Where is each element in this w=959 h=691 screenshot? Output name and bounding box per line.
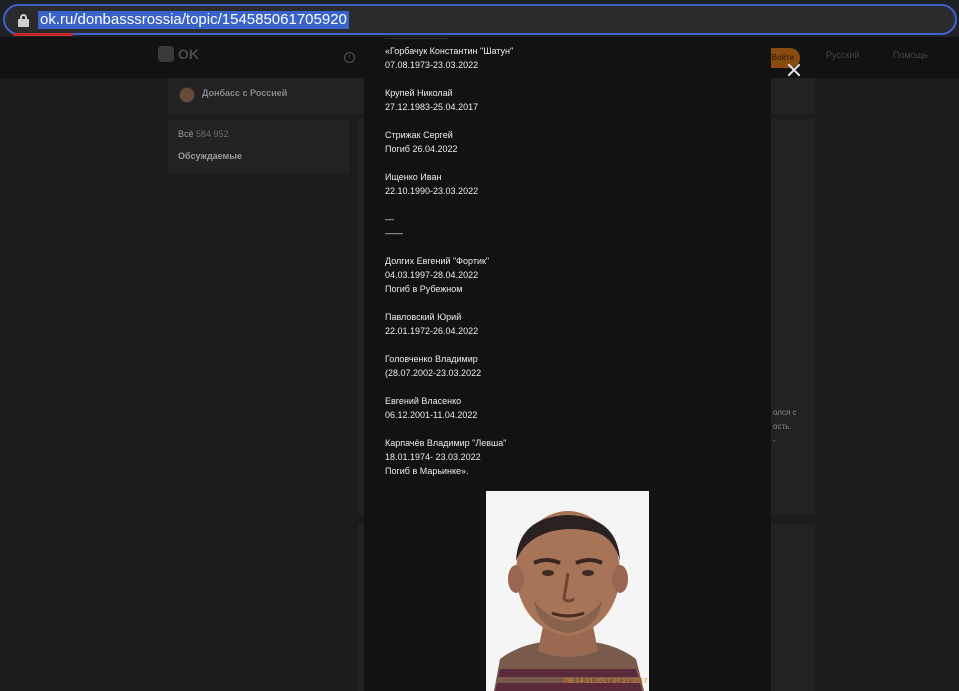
right-snippet-1: олся с	[773, 408, 797, 417]
photo-watermark: ПВ 14.01.2017 07:27:2017	[564, 678, 648, 685]
right-column-card-2	[771, 524, 815, 691]
group-name[interactable]: Донбасс с Россией	[202, 88, 287, 98]
portrait-image	[486, 491, 649, 691]
ok-logo-icon	[158, 46, 174, 62]
browser-toolbar: ok.ru/donbasssrossia/topic/1545850617059…	[0, 0, 959, 38]
ok-logo-text: OK	[178, 46, 199, 62]
ok-logo[interactable]: OK	[158, 46, 199, 62]
close-icon[interactable]	[786, 62, 802, 78]
group-header-right	[771, 78, 815, 114]
notification-icon[interactable]: !	[344, 52, 355, 63]
url-text[interactable]: ok.ru/donbasssrossia/topic/1545850617059…	[38, 11, 349, 29]
post-photo[interactable]: ПВ 14.01.2017 07:27:2017	[486, 491, 649, 691]
post-text: ——————— «Горбачук Константин "Шатун" 07.…	[385, 38, 514, 476]
right-column-card: олся с ость. -	[771, 119, 815, 514]
group-header[interactable]: Донбасс с Россией	[168, 78, 364, 114]
language-selector[interactable]: Русский	[826, 50, 859, 60]
address-bar[interactable]: ok.ru/donbasssrossia/topic/1545850617059…	[3, 4, 957, 36]
right-snippet-3: -	[773, 436, 776, 445]
topic-filter-card: Всё 584 952 Обсуждаемые	[168, 119, 349, 174]
topic-modal: ——————— «Горбачук Константин "Шатун" 07.…	[364, 38, 771, 691]
filter-all-count: 584 952	[196, 129, 229, 139]
help-link[interactable]: Помощь	[893, 50, 928, 60]
lock-icon[interactable]	[18, 14, 29, 27]
group-avatar[interactable]	[179, 87, 195, 103]
tab-accent-strip	[13, 33, 73, 36]
filter-all[interactable]: Всё 584 952	[178, 129, 229, 139]
filter-all-label: Всё	[178, 129, 194, 139]
filter-discussed[interactable]: Обсуждаемые	[178, 151, 242, 161]
right-snippet-2: ость.	[773, 422, 792, 431]
